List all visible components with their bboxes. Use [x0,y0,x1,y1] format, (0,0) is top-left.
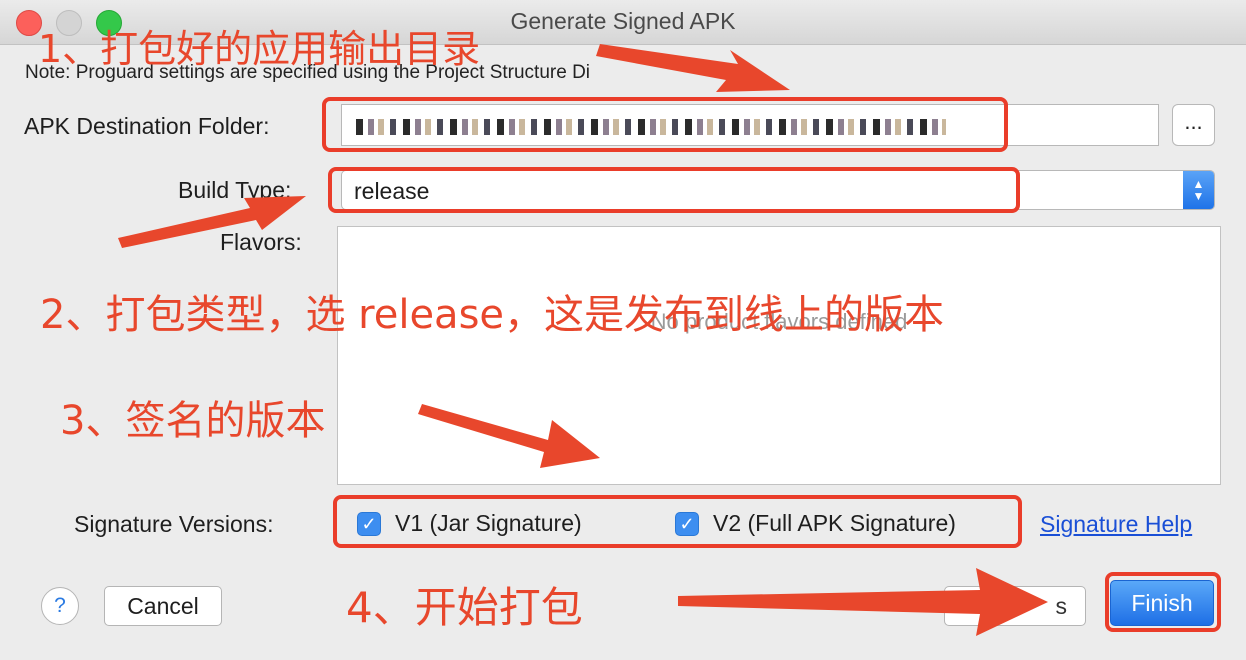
arrow-step3 [418,404,600,468]
annotation-step4: 4、开始打包 [346,583,583,632]
annotation-step2: 2、打包类型，选 release，这是发布到线上的版本 [40,292,945,338]
annotation-step1: 1、打包好的应用输出目录 [38,27,481,71]
arrow-step4 [678,568,1048,636]
arrow-step1 [596,44,790,92]
arrow-step2 [118,196,306,248]
annotation-step3: 3、签名的版本 [60,398,326,444]
